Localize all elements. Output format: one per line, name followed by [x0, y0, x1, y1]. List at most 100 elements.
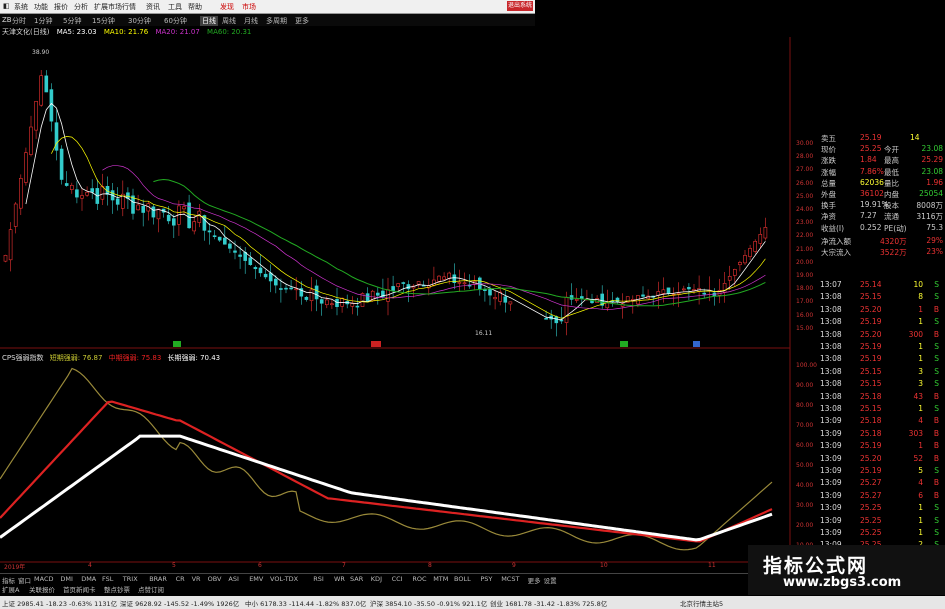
tick-side: B — [933, 490, 939, 500]
indicator-tab-15[interactable]: WR — [334, 575, 345, 583]
candle-body — [90, 188, 94, 193]
candle-body — [100, 185, 105, 200]
tick-volume: 1 — [918, 404, 923, 413]
indicator-tab-7[interactable]: BRAR — [149, 575, 167, 583]
indicator-tab-13[interactable]: VOL-TDX — [270, 575, 298, 583]
tick-price: 25.14 — [860, 280, 882, 289]
event-marker-4[interactable] — [693, 341, 700, 347]
status-index-3[interactable]: 沪深 3854.10 -35.50 -0.91% 921.1亿 — [370, 598, 487, 608]
tick-row: 13:09 25.25 1 S — [820, 528, 945, 538]
indicator-tab-5[interactable]: FSL — [102, 575, 113, 583]
price-axis: 30.00 28.00 27.00 26.00 25.00 24.00 23.00 22.00… — [796, 140, 822, 340]
indicator-tab-9[interactable]: VR — [192, 575, 201, 583]
candle-body — [253, 267, 258, 270]
period-tab-7[interactable]: 周线 — [222, 16, 236, 26]
period-tab-10[interactable]: 更多 — [295, 16, 309, 26]
candle-body — [115, 198, 120, 205]
price-tick: 23.00 — [796, 219, 814, 227]
candle-body — [172, 218, 176, 226]
sub-tab-0[interactable]: 扩展A — [2, 584, 19, 594]
status-index-4[interactable]: 创业 1681.78 -31.42 -1.83% 725.8亿 — [490, 598, 607, 608]
exit-system-button[interactable]: 退出系统 — [507, 1, 533, 11]
candle-body — [75, 189, 79, 198]
tick-volume: 3 — [918, 366, 923, 376]
indicator-tab-19[interactable]: ROC — [412, 575, 426, 583]
candle-body — [248, 257, 253, 265]
period-tab-1[interactable]: 1分钟 — [34, 16, 52, 26]
indicator-tab-23[interactable]: MCST — [501, 575, 519, 583]
period-tab-0[interactable]: 分时 — [12, 16, 26, 26]
menu-highlight-0[interactable]: 发现 — [220, 2, 234, 12]
event-marker-3[interactable] — [620, 341, 628, 347]
candle-body — [732, 269, 737, 276]
ma-legend: 天津文化(日线) MA5: 23.03 MA10: 21.76 MA20: 21… — [2, 27, 532, 37]
period-tab-8[interactable]: 月线 — [244, 16, 258, 26]
candle-body — [263, 273, 268, 278]
indicator-tab-17[interactable]: KDJ — [371, 575, 382, 583]
candlestick-series — [3, 70, 768, 337]
indicator-tab-18[interactable]: CCI — [392, 575, 403, 583]
date-tick: 6 — [258, 562, 262, 569]
status-index-5[interactable]: 北京行情主站5 — [680, 598, 723, 608]
indicator-tab-20[interactable]: MTM — [433, 575, 448, 583]
indicator-tab-2[interactable]: MACD — [34, 575, 53, 583]
tick-side: S — [934, 292, 939, 302]
status-index-1[interactable]: 深证 9628.92 -145.52 -1.49% 1926亿 — [120, 598, 239, 608]
status-index-0[interactable]: 上证 2985.41 -18.23 -0.63% 1131亿 — [2, 598, 117, 608]
menu-highlight-1[interactable]: 市场 — [242, 2, 256, 12]
period-tab-2[interactable]: 5分钟 — [63, 16, 81, 26]
indicator-tab-22[interactable]: PSY — [480, 575, 492, 583]
candle-body — [182, 206, 186, 210]
menu-item-5[interactable]: 资讯 — [146, 2, 160, 12]
indicator-tick: 50.00 — [796, 462, 814, 469]
tick-volume: 300 — [908, 329, 923, 339]
status-index-2[interactable]: 中小 6178.33 -114.44 -1.82% 837.0亿 — [245, 598, 366, 608]
candle-body — [207, 230, 212, 233]
indicator-tab-3[interactable]: DMI — [60, 575, 73, 583]
candle-body — [141, 205, 145, 213]
indicator-tab-21[interactable]: BOLL — [454, 575, 471, 583]
tick-time: 13:08 — [820, 379, 842, 389]
sub-tab-4[interactable]: 点赞订阅 — [138, 584, 164, 594]
indicator-tab-14[interactable]: RSI — [313, 575, 324, 583]
tick-price: 25.15 — [860, 404, 882, 413]
period-tab-9[interactable]: 多周期 — [266, 16, 287, 26]
sub-tab-1[interactable]: 关联报价 — [29, 584, 55, 594]
tick-row: 13:08 25.19 1 S — [820, 342, 945, 352]
menu-item-6[interactable]: 工具 — [168, 2, 182, 12]
period-tab-5[interactable]: 60分钟 — [164, 16, 187, 26]
menu-item-3[interactable]: 分析 — [74, 2, 88, 12]
indicator-tab-8[interactable]: CR — [176, 575, 185, 583]
indicator-tab-6[interactable]: TRIX — [123, 575, 138, 583]
candle-body — [615, 297, 620, 303]
menu-item-2[interactable]: 报价 — [54, 2, 68, 12]
quote-value: 23.08 — [921, 166, 943, 176]
indicator-axis: 100.00 90.00 80.00 70.00 60.00 50.00 40.00 30.0… — [796, 362, 822, 572]
menu-item-7[interactable]: 帮助 — [188, 2, 202, 12]
ma5-value: MA5: 23.03 — [56, 28, 97, 36]
tick-time: 13:08 — [820, 329, 842, 339]
period-tab-4[interactable]: 30分钟 — [128, 16, 151, 26]
sub-tab-2[interactable]: 首页新闻卡 — [63, 584, 96, 594]
indicator-tab-4[interactable]: DMA — [81, 575, 96, 583]
price-tick: 25.00 — [796, 192, 814, 200]
chart-canvas[interactable]: 38.90 16.11 — [0, 37, 800, 573]
quote-value: 25054 — [919, 189, 943, 198]
indicator-tab-12[interactable]: EMV — [249, 575, 263, 583]
menu-item-4[interactable]: 扩展市场行情 — [94, 2, 136, 12]
menu-item-1[interactable]: 功能 — [34, 2, 48, 12]
indicator-tab-10[interactable]: OBV — [208, 575, 222, 583]
quote-label: 换手 — [821, 201, 836, 211]
indicator-tab-11[interactable]: ASI — [228, 575, 239, 583]
candle-body — [279, 288, 283, 290]
menu-item-0[interactable]: 系统 — [14, 2, 28, 12]
period-tab-3[interactable]: 15分钟 — [92, 16, 115, 26]
tick-price: 25.20 — [860, 329, 882, 339]
period-tab-6[interactable]: 日线 — [200, 16, 218, 26]
indicator-name[interactable]: CPS强弱指数 — [2, 354, 44, 362]
sub-tab-3[interactable]: 整点钞票 — [104, 584, 130, 594]
event-marker-2[interactable] — [371, 341, 381, 347]
indicator-tab-16[interactable]: SAR — [350, 575, 363, 583]
event-marker-1[interactable] — [173, 341, 181, 347]
ma20-value: MA20: 21.07 — [155, 28, 200, 36]
